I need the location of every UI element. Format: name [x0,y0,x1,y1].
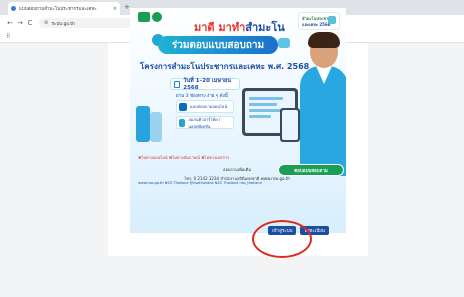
url-text: ระบบ.go.th [51,21,76,27]
tablet-line [249,103,277,106]
action-buttons: เข้าสู่ระบบ ลงทะเบียน [268,226,329,235]
subheadline: โครงการสำมะโนประชากรและเคหะ พ.ศ. 2568 [140,62,310,71]
headline-mid: มาทำ [214,21,246,34]
tablet-line [249,97,283,100]
forward-icon[interactable]: → [15,19,25,27]
headline-pill: ร่วมตอบแบบสอบถาม [158,36,278,54]
survey-icon [278,38,290,48]
date-box: วันที่ 1–20 เมษายน 2568 [170,78,240,91]
close-icon[interactable]: × [113,6,117,12]
tab-title: แบบสอบถามสำมะโนประชากรและเคหะ [19,7,97,12]
date-text: วันที่ 1–20 เมษายน 2568 [183,78,232,91]
option-online-label: แบบสอบถามออนไลน์ [190,104,228,109]
login-label: เข้าสู่ระบบ [272,229,293,234]
qr-icon [179,118,186,127]
option-qr: สแกนคิวอาร์โค้ด / แอปพลิเคชัน [176,116,234,129]
survey-logo-icon [152,12,162,22]
register-label: ลงทะเบียน [304,229,325,234]
promo-line-2: และเคหะ 2568 [302,22,331,27]
cta-label: ตอบแบบสอบถาม [294,168,328,174]
option-qr-label: สแกนคิวอาร์โค้ด / แอปพลิเคชัน [188,116,221,129]
mascot-left-2-icon [150,112,162,142]
person-hair [308,32,340,48]
phone-icon [280,108,300,142]
back-icon[interactable]: ← [5,19,15,27]
cta-button[interactable]: ตอบแบบสอบถาม [278,164,344,176]
new-tab-button[interactable]: + [124,3,130,11]
channel-notes: ✖ไม่ทางออนไลน์ ✖ไม่ทางสัมภาษณ์ ✖ไม่ทางเอ… [138,155,230,160]
browser-tab[interactable]: แบบสอบถามสำมะโนประชากรและเคหะ × [8,2,120,15]
person-mascot-icon [298,32,346,176]
person-torso [300,66,346,176]
calendar-icon [174,80,181,88]
login-button[interactable]: เข้าสู่ระบบ [268,226,297,235]
headline: มาดี มาทำสำมะโน [194,18,285,36]
apps-icon[interactable]: ⠿ [6,33,10,40]
channels-label: ผ่าน 3 ช่องทาง ง่าย ๆ ดังนี้ [176,94,228,99]
favicon-icon [11,6,16,11]
phone-screen [282,110,298,140]
nso-logo-icon [138,12,150,22]
contact-info: สอบถามเพิ่มเติม โทร. 0 2142 1234 สำนักงา… [182,166,292,182]
contact-line-1: สอบถามเพิ่มเติม [223,167,251,172]
headline-blue: สำมะโน [245,21,285,34]
online-icon [179,102,187,111]
option-online: แบบสอบถามออนไลน์ [176,100,234,113]
reload-icon[interactable]: C [25,19,35,27]
promo-icon [328,16,336,24]
headline-red: มาดี [194,21,215,34]
register-button[interactable]: ลงทะเบียน [300,226,329,235]
tablet-line [249,115,271,118]
site-info-icon[interactable]: ⚙ [44,20,48,26]
survey-banner: สำมะโนประชากร และเคหะ 2568 มาดี มาทำสำมะ… [130,8,346,233]
promo-badge: สำมะโนประชากร และเคหะ 2568 [298,12,340,30]
mascot-left-icon [136,106,150,142]
social-links: www.nso.go.th NSO Thailand @nsothailand … [138,181,262,185]
pill-text: ร่วมตอบแบบสอบถาม [171,39,265,51]
